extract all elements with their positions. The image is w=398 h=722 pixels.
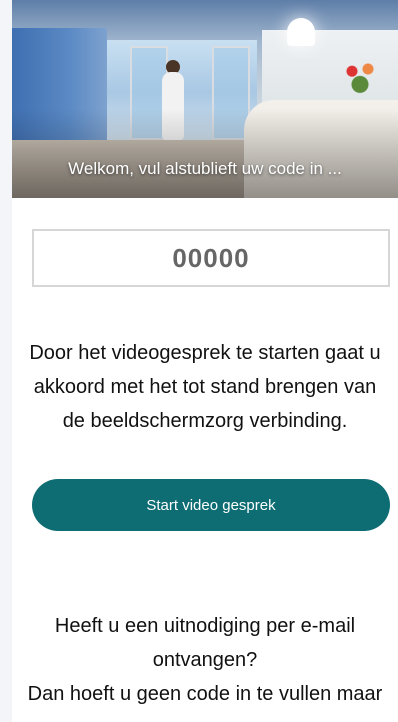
invite-line: Dan hoeft u geen code in te vullen maar xyxy=(27,683,383,705)
start-video-button[interactable]: Start video gesprek xyxy=(32,479,390,531)
code-field[interactable] xyxy=(32,229,390,287)
hero-image: Welkom, vul alstublieft uw code in ... xyxy=(12,0,398,198)
app-page: Welkom, vul alstublieft uw code in ... D… xyxy=(0,0,398,722)
consent-text: Door het videogesprek te starten gaat u … xyxy=(29,342,381,432)
invite-question: Heeft u een uitnodiging per e-mail ontva… xyxy=(54,615,356,671)
code-input[interactable] xyxy=(34,241,388,275)
hero-caption: Welkom, vul alstublieft uw code in ... xyxy=(68,159,342,178)
main-card: Welkom, vul alstublieft uw code in ... D… xyxy=(12,0,398,722)
